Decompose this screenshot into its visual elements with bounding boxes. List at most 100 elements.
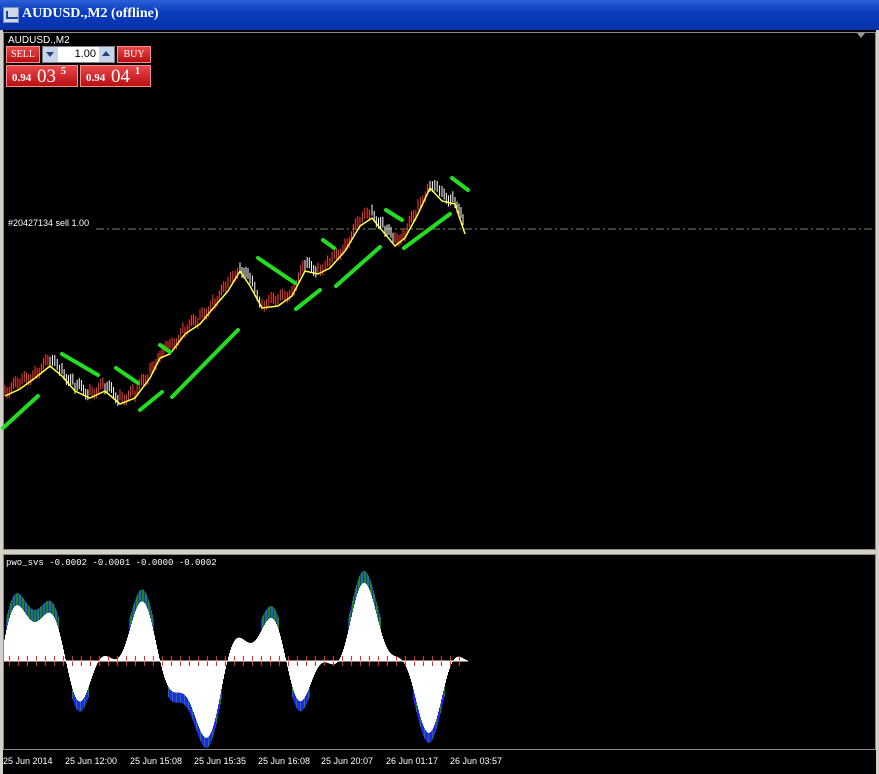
histogram-bar-tip	[444, 686, 445, 697]
histogram-bar	[253, 641, 254, 661]
histogram-bar-tip	[136, 596, 137, 609]
sell-price-button[interactable]: 0.94 03 5	[6, 65, 78, 87]
histogram-bar	[86, 661, 87, 693]
histogram-bar-tip	[361, 572, 362, 585]
histogram-bar	[299, 661, 300, 702]
histogram-bar-tip	[436, 718, 437, 729]
histogram-bar-tip	[306, 694, 307, 705]
histogram-bar-tip	[431, 731, 432, 742]
histogram-bar	[54, 617, 55, 661]
histogram-bar-tip	[437, 715, 438, 726]
histogram-bar	[434, 661, 435, 726]
buy-button[interactable]: BUY	[117, 46, 151, 63]
histogram-bar	[251, 642, 252, 661]
channel-segment	[294, 288, 322, 311]
histogram-bar	[36, 621, 37, 661]
histogram-bar-tip	[47, 600, 48, 613]
histogram-bar	[210, 661, 211, 734]
histogram-bar	[174, 661, 175, 693]
sell-button[interactable]: SELL	[6, 46, 40, 63]
histogram-bar	[443, 661, 444, 691]
histogram-bar	[439, 661, 440, 708]
chevron-down-icon[interactable]	[857, 33, 865, 38]
histogram-bar-tip	[145, 592, 146, 605]
histogram-bar	[228, 656, 229, 661]
histogram-bar	[176, 661, 177, 693]
histogram-bar	[216, 661, 217, 714]
histogram-bar	[240, 637, 241, 661]
lot-increase-icon[interactable]	[99, 47, 114, 62]
histogram-bar	[245, 640, 246, 661]
histogram-bar-tip	[206, 737, 207, 748]
histogram-bar-tip	[48, 600, 49, 613]
histogram-bar-tip	[54, 605, 55, 618]
order-line-label[interactable]: #20427134 sell 1.00	[8, 218, 89, 228]
histogram-bar	[58, 628, 59, 661]
histogram-bar	[256, 638, 257, 661]
histogram-bar	[416, 661, 417, 702]
histogram-bar-tip	[440, 703, 441, 714]
histogram-bar	[40, 618, 41, 661]
histogram-bar	[435, 661, 436, 723]
histogram-bar	[369, 589, 370, 661]
buy-price-button[interactable]: 0.94 04 1	[80, 65, 151, 87]
histogram-bar-tip	[169, 688, 170, 699]
histogram-bar	[48, 612, 49, 661]
channel-segment	[256, 256, 297, 285]
histogram-bar	[81, 661, 82, 702]
histogram-bar	[101, 657, 102, 661]
histogram-bar	[103, 656, 104, 661]
time-tick: 25 Jun 12:00	[65, 756, 118, 766]
histogram-bar	[441, 661, 442, 700]
histogram-bar-tip	[175, 692, 176, 703]
histogram-bar	[380, 629, 381, 661]
histogram-bar	[425, 661, 426, 731]
histogram-bar-tip	[278, 617, 279, 630]
histogram-bar-tip	[427, 732, 428, 743]
histogram-bar-tip	[151, 610, 152, 623]
histogram-bar	[347, 634, 348, 661]
histogram-bar	[292, 661, 293, 688]
histogram-bar	[233, 642, 234, 661]
histogram-bar-tip	[168, 687, 169, 698]
histogram-bar-tip	[351, 604, 352, 617]
lot-decrease-icon[interactable]	[43, 47, 58, 62]
histogram-bar	[351, 616, 352, 661]
histogram-bar	[20, 606, 21, 661]
histogram-bar	[140, 601, 141, 661]
histogram-bar	[242, 638, 243, 661]
histogram-bar-tip	[209, 735, 210, 746]
histogram-bar	[388, 650, 389, 661]
histogram-bar	[385, 644, 386, 661]
histogram-bar	[304, 661, 305, 698]
histogram-bar	[165, 661, 166, 681]
histogram-bar	[419, 661, 420, 714]
histogram-bar-tip	[358, 578, 359, 591]
histogram-bar	[212, 661, 213, 729]
lot-size-input[interactable]: 1.00	[75, 48, 96, 60]
price-chart-canvas	[1, 176, 876, 748]
histogram-bar-tip	[197, 723, 198, 734]
histogram-bar-tip	[153, 618, 154, 631]
histogram-bar-tip	[308, 689, 309, 700]
histogram-bar	[198, 661, 199, 727]
histogram-bar-tip	[217, 709, 218, 720]
histogram-bar-tip	[43, 603, 44, 616]
histogram-bar-tip	[360, 574, 361, 587]
sell-price-fraction: 5	[61, 66, 66, 77]
histogram-bar	[373, 602, 374, 661]
histogram-bar	[314, 661, 315, 675]
histogram-bar-tip	[415, 697, 416, 708]
histogram-bar	[129, 630, 130, 661]
buy-price-prefix: 0.94	[86, 72, 106, 84]
histogram-bar	[257, 637, 258, 661]
histogram-bar-tip	[21, 595, 22, 608]
histogram-bar	[18, 605, 19, 661]
histogram-bar	[127, 637, 128, 661]
histogram-bar-tip	[135, 599, 136, 612]
histogram-bar	[264, 624, 265, 661]
histogram-bar	[355, 600, 356, 661]
lot-size-stepper[interactable]: 1.00	[42, 46, 115, 63]
histogram-bar	[44, 614, 45, 661]
histogram-bar	[6, 629, 7, 661]
